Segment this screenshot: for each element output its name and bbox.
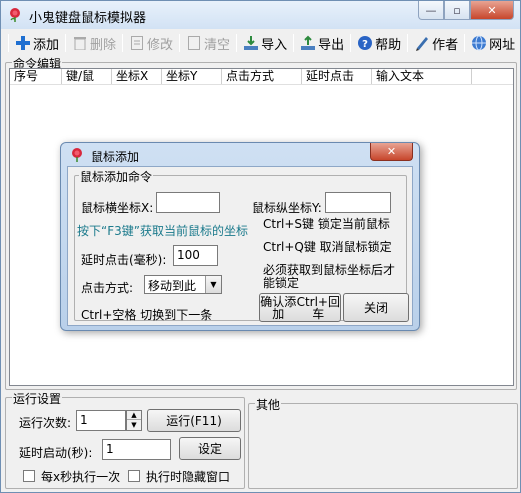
toolbar-grip	[8, 34, 9, 52]
toolbar-separator	[122, 34, 124, 52]
dropdown-arrow-icon[interactable]: ▼	[205, 276, 221, 293]
edit-button[interactable]: 修改	[126, 32, 176, 54]
toolbar-separator	[464, 34, 466, 52]
clear-label: 清空	[204, 37, 231, 53]
help-icon: ?	[357, 35, 373, 51]
export-button[interactable]: 导出	[297, 32, 347, 54]
spin-down-icon[interactable]: ▼	[127, 420, 141, 429]
run-button[interactable]: 运行(F11)	[147, 409, 241, 432]
set-button[interactable]: 设定	[179, 437, 241, 460]
f3-hint: 按下“F3键”获取当前鼠标的坐标	[77, 224, 248, 238]
website-button[interactable]: 网址	[468, 32, 518, 54]
maximize-button[interactable]: ▫	[444, 1, 470, 20]
column-header[interactable]: 坐标Y	[162, 69, 222, 84]
column-header[interactable]: 序号	[10, 69, 62, 84]
pen-icon	[414, 35, 430, 51]
author-button[interactable]: 作者	[411, 32, 461, 54]
click-mode-select[interactable]: 移动到此 ▼	[144, 275, 222, 294]
globe-icon	[471, 35, 487, 51]
column-header[interactable]: 键/鼠	[62, 69, 112, 84]
rose-app-icon	[7, 7, 23, 23]
delete-label: 删除	[90, 37, 117, 53]
x-coord-label: 鼠标横坐标X:	[81, 201, 154, 215]
export-label: 导出	[318, 37, 345, 53]
hide-on-run-label: 执行时隐藏窗口	[146, 470, 231, 484]
import-button[interactable]: 导入	[240, 32, 290, 54]
toolbar: 添加 删除 修改 清空 导入 导出 ? 帮助 作者 网址	[5, 31, 517, 55]
import-label: 导入	[261, 37, 288, 53]
confirm-add-label-line1: 确认添加	[260, 294, 297, 321]
minimize-button[interactable]: —	[418, 1, 444, 20]
dialog-title: 鼠标添加	[91, 150, 140, 164]
delete-icon	[72, 35, 88, 51]
run-count-input[interactable]: 1	[76, 410, 126, 431]
delay-click-label: 延时点击(毫秒):	[81, 253, 167, 267]
dialog-close-button[interactable]: ✕	[370, 143, 413, 161]
other-group-label: 其他	[255, 396, 282, 413]
edit-icon	[129, 35, 145, 51]
toolbar-separator	[293, 34, 295, 52]
y-coord-label: 鼠标纵坐标Y:	[252, 201, 322, 215]
svg-text:?: ?	[362, 39, 368, 50]
x-coord-input[interactable]	[156, 192, 220, 213]
toolbar-separator	[236, 34, 238, 52]
column-header[interactable]: 延时点击	[302, 69, 372, 84]
toolbar-separator	[65, 34, 67, 52]
delay-start-label: 延时启动(秒):	[19, 446, 93, 460]
rose-dialog-icon	[69, 147, 85, 163]
help-label: 帮助	[375, 37, 402, 53]
clear-icon	[186, 35, 202, 51]
click-mode-label: 点击方式:	[81, 281, 134, 295]
every-x-sec-checkbox[interactable]	[23, 470, 35, 482]
must-lock-hint-line2: 能锁定	[263, 276, 300, 290]
next-item-hint: Ctrl+空格 切换到下一条	[81, 308, 213, 322]
window-title: 小鬼键盘鼠标模拟器	[29, 11, 147, 26]
confirm-add-button[interactable]: 确认添加 Ctrl+回车	[259, 293, 341, 322]
spin-up-icon[interactable]: ▲	[127, 411, 141, 420]
add-button[interactable]: 添加	[12, 32, 62, 54]
column-header[interactable]: 输入文本	[372, 69, 472, 84]
lock-hint: Ctrl+S键 锁定当前鼠标	[263, 217, 390, 231]
run-settings-group-label: 运行设置	[12, 390, 63, 407]
run-count-label: 运行次数:	[19, 416, 72, 430]
click-mode-value: 移动到此	[148, 279, 197, 293]
confirm-add-label-line2: Ctrl+回车	[296, 294, 340, 321]
delay-click-input[interactable]: 100	[173, 245, 218, 266]
delay-start-input[interactable]: 1	[102, 439, 171, 460]
add-label: 添加	[33, 37, 60, 53]
delete-button[interactable]: 删除	[69, 32, 119, 54]
edit-label: 修改	[147, 37, 174, 53]
export-icon	[300, 35, 316, 51]
other-group: 其他	[248, 396, 518, 489]
close-window-button[interactable]: ✕	[470, 1, 514, 20]
website-label: 网址	[489, 37, 516, 53]
column-header[interactable]: 点击方式	[222, 69, 302, 84]
dialog-body: 鼠标添加命令 鼠标横坐标X: 鼠标纵坐标Y: 按下“F3键”获取当前鼠标的坐标 …	[67, 166, 413, 326]
unlock-hint: Ctrl+Q键 取消鼠标锁定	[263, 240, 392, 254]
toolbar-separator	[350, 34, 352, 52]
help-button[interactable]: ? 帮助	[354, 32, 404, 54]
toolbar-separator	[179, 34, 181, 52]
run-count-spinner[interactable]: ▲ ▼	[126, 410, 142, 431]
y-coord-input[interactable]	[325, 192, 391, 213]
column-header[interactable]: 坐标X	[112, 69, 162, 84]
import-icon	[243, 35, 259, 51]
dialog-close-text-button[interactable]: 关闭	[343, 293, 409, 322]
title-bar: 小鬼键盘鼠标模拟器 — ▫ ✕	[1, 1, 520, 29]
hide-on-run-checkbox[interactable]	[128, 470, 140, 482]
plus-icon	[15, 35, 31, 51]
toolbar-separator	[407, 34, 409, 52]
clear-button[interactable]: 清空	[183, 32, 233, 54]
author-label: 作者	[432, 37, 459, 53]
every-x-sec-label: 每x秒执行一次	[41, 470, 121, 484]
command-list-header: 序号 键/鼠 坐标X 坐标Y 点击方式 延时点击 输入文本	[10, 69, 513, 85]
mouse-add-command-group-label: 鼠标添加命令	[79, 168, 154, 185]
main-window: 小鬼键盘鼠标模拟器 — ▫ ✕ 添加 删除 修改 清空 导入 导出 ? 帮助 作…	[0, 0, 521, 493]
mouse-add-dialog: 鼠标添加 ✕ 鼠标添加命令 鼠标横坐标X: 鼠标纵坐标Y: 按下“F3键”获取当…	[60, 142, 420, 331]
